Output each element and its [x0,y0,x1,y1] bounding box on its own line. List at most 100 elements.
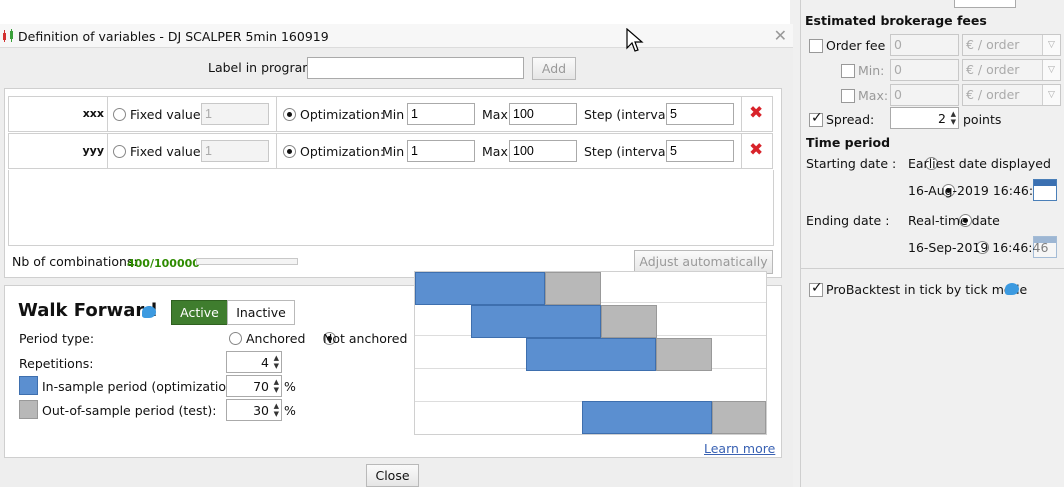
spread-stepper[interactable]: 2 ▲ ▼ [890,107,959,129]
max-label: Max [482,144,508,159]
combinations-label: Nb of combinations: [12,254,138,269]
step-label: Step (interval) [584,144,674,159]
fixed-value-input[interactable] [201,140,269,162]
max-input[interactable] [509,103,577,125]
step-input[interactable] [666,103,734,125]
delete-icon[interactable]: ✖ [749,103,763,123]
in-sample-swatch [19,376,38,395]
combinations-value: 400/100000 [127,257,200,270]
optimization-label: Optimization: [300,107,385,122]
calendar-icon[interactable] [1033,179,1057,201]
spread-label: Spread: [826,112,875,127]
min-input[interactable] [407,103,475,125]
chevron-down-icon[interactable]: ▽ [1042,60,1060,80]
max-fee-unit-select[interactable]: € / order ▽ [962,84,1061,106]
out-sample-block [712,401,766,434]
fixed-value-label: Fixed value: [130,144,205,159]
checkmark-icon: ✓ [811,110,823,126]
not-anchored-label: Not anchored [323,331,408,346]
anchored-radio[interactable] [229,332,242,345]
max-label: Max [482,107,508,122]
probacktest-checkbox[interactable]: ✓ [809,280,823,297]
min-fee-input[interactable]: 0 [890,59,959,81]
step-input[interactable] [666,140,734,162]
chevron-down-icon[interactable]: ▽ [1042,85,1060,105]
ending-date-label: Ending date : [806,213,890,228]
min-label: Min: [858,63,885,78]
row-divider [741,134,742,168]
row-divider [276,97,277,131]
anchored-label: Anchored [246,331,306,346]
label-in-program-label: Label in program [208,60,315,75]
spread-checkbox[interactable]: ✓ [809,110,823,127]
combinations-progress-bar [196,258,298,265]
optimization-radio[interactable] [283,145,296,158]
info-icon[interactable] [1005,283,1019,295]
row-divider [741,97,742,131]
divider [800,268,1064,269]
out-sample-stepper[interactable]: 30 ▲ ▼ [226,399,282,421]
label-in-program-input[interactable] [307,57,524,79]
max-fee-input[interactable]: 0 [890,84,959,106]
order-fee-checkbox[interactable] [809,39,823,53]
order-fee-unit-select[interactable]: € / order ▽ [962,34,1061,56]
active-toggle[interactable]: Active [171,300,228,325]
fixed-value-input[interactable] [201,103,269,125]
in-sample-value: 70 [253,379,269,394]
stepper-arrows-icon[interactable]: ▲ ▼ [951,110,956,126]
repetitions-stepper[interactable]: 4 ▲ ▼ [226,351,282,373]
initial-capital-input-fragment[interactable] [954,0,1016,8]
repetitions-value: 4 [261,355,269,370]
spread-value: 2 [938,111,946,126]
in-sample-percent: % [284,379,296,394]
calendar-icon[interactable] [1033,236,1057,258]
optimization-radio[interactable] [283,108,296,121]
close-icon[interactable]: ✕ [774,26,787,45]
delete-icon[interactable]: ✖ [749,140,763,160]
checkmark-icon: ✓ [811,280,823,296]
max-checkbox[interactable] [841,89,855,103]
learn-more-link[interactable]: Learn more [704,441,775,456]
in-sample-stepper[interactable]: 70 ▲ ▼ [226,375,282,397]
out-sample-block [656,338,712,371]
variable-row: xxx Fixed value: Optimization: Min Max S… [8,96,773,132]
step-label: Step (interval) [584,107,674,122]
in-sample-block [415,272,545,305]
add-button[interactable]: Add [532,57,576,80]
candlestick-app-icon [3,29,13,42]
variable-name: xxx [82,107,104,120]
walk-forward-title: Walk Forward [18,300,158,321]
end-date-value: 16-Sep-2019 16:46:46 [908,240,1049,255]
out-sample-percent: % [284,403,296,418]
points-label: points [963,112,1002,127]
row-divider [276,134,277,168]
row-divider [107,134,108,168]
stepper-arrows-icon[interactable]: ▲ ▼ [274,378,279,394]
mouse-cursor-icon [626,28,644,52]
min-fee-unit-select[interactable]: € / order ▽ [962,59,1061,81]
in-sample-label: In-sample period (optimization) [42,379,239,394]
row-divider [107,97,108,131]
period-type-label: Period type: [19,331,95,346]
inactive-toggle[interactable]: Inactive [227,300,295,325]
fixed-value-radio[interactable] [113,108,126,121]
min-input[interactable] [407,140,475,162]
out-sample-value: 30 [253,403,269,418]
variable-name: yyy [82,144,104,157]
chevron-down-icon[interactable]: ▽ [1042,35,1060,55]
unit-label: € / order [966,37,1020,52]
min-label: Min [382,107,405,122]
variables-empty-area [8,170,774,246]
unit-label: € / order [966,62,1020,77]
max-input[interactable] [509,140,577,162]
background-window [0,0,790,24]
info-icon[interactable] [142,306,156,318]
close-button[interactable]: Close [366,464,419,487]
stepper-arrows-icon[interactable]: ▲ ▼ [274,354,279,370]
order-fee-input[interactable]: 0 [890,34,959,56]
min-checkbox[interactable] [841,64,855,78]
dialog-titlebar: Definition of variables - DJ SCALPER 5mi… [0,24,793,48]
stepper-arrows-icon[interactable]: ▲ ▼ [274,402,279,418]
order-fee-label: Order fee : [826,38,894,53]
fixed-value-radio[interactable] [113,145,126,158]
